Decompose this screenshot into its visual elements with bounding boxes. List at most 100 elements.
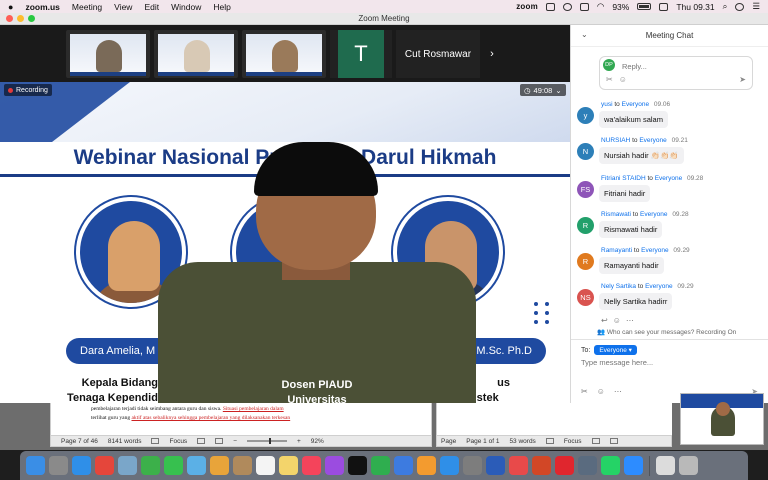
sender-name[interactable]: Nely Sartika bbox=[601, 283, 636, 290]
participant-thumbnail[interactable] bbox=[66, 30, 150, 78]
messages-icon[interactable] bbox=[164, 456, 183, 475]
powerpoint-icon[interactable] bbox=[532, 456, 551, 475]
reply-icon[interactable]: ↩ bbox=[601, 316, 608, 325]
participant-thumbnail[interactable] bbox=[154, 30, 238, 78]
emoji-icon[interactable]: ☺ bbox=[619, 75, 627, 84]
doc1-statusbar: Page 7 of 46 8141 words Focus − + 92% bbox=[50, 435, 432, 447]
podcasts-icon[interactable] bbox=[325, 456, 344, 475]
safari-icon[interactable] bbox=[72, 456, 91, 475]
notification-icon[interactable]: ☰ bbox=[752, 1, 760, 12]
view-print-icon[interactable] bbox=[197, 438, 206, 444]
chat-message-input[interactable] bbox=[581, 358, 761, 367]
apple-icon[interactable]: ● bbox=[8, 2, 13, 12]
facetime-icon[interactable] bbox=[141, 456, 160, 475]
word-count[interactable]: 8141 words bbox=[108, 438, 142, 445]
wps-icon[interactable] bbox=[555, 456, 574, 475]
search-icon[interactable]: ⌕ bbox=[723, 1, 728, 12]
page-count[interactable]: Page 7 of 46 bbox=[61, 438, 98, 445]
sender-name[interactable]: Ramayanti bbox=[601, 247, 632, 254]
chrome-icon[interactable] bbox=[95, 456, 114, 475]
photos-icon[interactable] bbox=[210, 456, 229, 475]
menu-edit[interactable]: Edit bbox=[144, 2, 159, 12]
reply-tools: ✂ ☺ bbox=[606, 75, 746, 84]
tv-icon[interactable] bbox=[348, 456, 367, 475]
word-icon[interactable] bbox=[486, 456, 505, 475]
zoom-window-button[interactable] bbox=[28, 15, 35, 22]
maps-icon[interactable] bbox=[187, 456, 206, 475]
screenshot-icon[interactable]: ✂ bbox=[581, 387, 588, 396]
screen-recording-thumbnail[interactable] bbox=[680, 393, 764, 445]
pages-icon[interactable] bbox=[417, 456, 436, 475]
add-reaction-icon[interactable]: ☺ bbox=[613, 316, 621, 325]
siri-icon[interactable] bbox=[735, 2, 745, 11]
view-web-icon[interactable] bbox=[609, 438, 618, 444]
keynote-icon[interactable] bbox=[394, 456, 413, 475]
focus-button[interactable]: Focus bbox=[169, 438, 187, 445]
reply-input[interactable] bbox=[606, 62, 746, 71]
whatsapp-icon[interactable] bbox=[601, 456, 620, 475]
minimize-window-button[interactable] bbox=[17, 15, 24, 22]
control-center-icon[interactable] bbox=[659, 2, 669, 11]
menu-view[interactable]: View bbox=[114, 2, 132, 12]
menu-window[interactable]: Window bbox=[171, 2, 201, 12]
display-icon[interactable] bbox=[579, 2, 589, 11]
more-icon[interactable]: ⋯ bbox=[626, 316, 634, 325]
battery-icon[interactable] bbox=[637, 3, 652, 10]
participant-tile-name[interactable]: Cut Rosmawar bbox=[396, 30, 480, 78]
preview-icon[interactable] bbox=[118, 456, 137, 475]
participant-tile-avatar[interactable]: T bbox=[330, 30, 392, 78]
launchpad-icon[interactable] bbox=[49, 456, 68, 475]
sender-name[interactable]: Fitriani STAIDH bbox=[601, 175, 646, 182]
close-window-button[interactable] bbox=[6, 15, 13, 22]
sender-name[interactable]: Rismawati bbox=[601, 211, 631, 218]
trash-icon[interactable] bbox=[679, 456, 698, 475]
more-icon[interactable]: ⋯ bbox=[614, 387, 622, 396]
focus-button[interactable]: Focus bbox=[564, 438, 582, 445]
contacts-icon[interactable] bbox=[233, 456, 252, 475]
word-document-2[interactable] bbox=[436, 403, 672, 435]
emoji-icon[interactable]: ☺ bbox=[597, 387, 605, 396]
zoom-status-icon[interactable]: zoom bbox=[516, 2, 538, 11]
file-icon[interactable] bbox=[656, 456, 675, 475]
who-can-see-notice[interactable]: 👥 Who can see your messages? Recording O… bbox=[597, 328, 736, 336]
proofing-icon[interactable] bbox=[151, 438, 160, 444]
proofing-icon[interactable] bbox=[545, 438, 554, 444]
word-count[interactable]: 53 words bbox=[509, 438, 535, 445]
view-web-icon[interactable] bbox=[215, 438, 224, 444]
next-participants-button[interactable]: › bbox=[484, 30, 500, 78]
wifi-icon[interactable]: ◠ bbox=[597, 1, 604, 12]
settings-icon[interactable] bbox=[463, 456, 482, 475]
sender-name[interactable]: NURSIAH bbox=[601, 137, 630, 144]
screenshot-icon[interactable]: ✂ bbox=[606, 75, 613, 84]
zoom-slider[interactable] bbox=[246, 438, 287, 444]
mail-icon[interactable] bbox=[509, 456, 528, 475]
sender-name[interactable]: yusi bbox=[601, 101, 613, 108]
participant-thumbnail[interactable] bbox=[242, 30, 326, 78]
recording-indicator[interactable]: Recording bbox=[4, 84, 52, 96]
zoom-icon[interactable] bbox=[624, 456, 643, 475]
view-print-icon[interactable] bbox=[591, 438, 600, 444]
screen-icon[interactable] bbox=[578, 456, 597, 475]
zoom-out-icon[interactable]: − bbox=[233, 438, 237, 445]
music-icon[interactable] bbox=[302, 456, 321, 475]
menu-app[interactable]: zoom.us bbox=[25, 2, 59, 12]
clock[interactable]: Thu 09.31 bbox=[676, 2, 714, 12]
appstore-icon[interactable] bbox=[440, 456, 459, 475]
numbers-icon[interactable] bbox=[371, 456, 390, 475]
word-document-1[interactable]: pembelajaran terjadi tidak seimbang anta… bbox=[50, 403, 432, 435]
record-icon[interactable] bbox=[562, 2, 572, 11]
extension-icon[interactable] bbox=[545, 2, 555, 11]
menu-help[interactable]: Help bbox=[213, 2, 230, 12]
recipient-dropdown[interactable]: Everyone ▾ bbox=[594, 345, 637, 355]
page-count-partial[interactable]: Page bbox=[441, 438, 456, 445]
reply-box[interactable]: ✂ ☺ ➤ bbox=[599, 56, 753, 90]
finder-icon[interactable] bbox=[26, 456, 45, 475]
meeting-timer[interactable]: ◷ 49:08 ⌄ bbox=[520, 84, 566, 96]
notes-icon[interactable] bbox=[279, 456, 298, 475]
collapse-chat-icon[interactable]: ⌄ bbox=[581, 30, 588, 39]
zoom-in-icon[interactable]: + bbox=[297, 438, 301, 445]
send-reply-icon[interactable]: ➤ bbox=[739, 75, 746, 84]
calendar-icon[interactable] bbox=[256, 456, 275, 475]
page-count[interactable]: Page 1 of 1 bbox=[466, 438, 499, 445]
menu-meeting[interactable]: Meeting bbox=[72, 2, 102, 12]
